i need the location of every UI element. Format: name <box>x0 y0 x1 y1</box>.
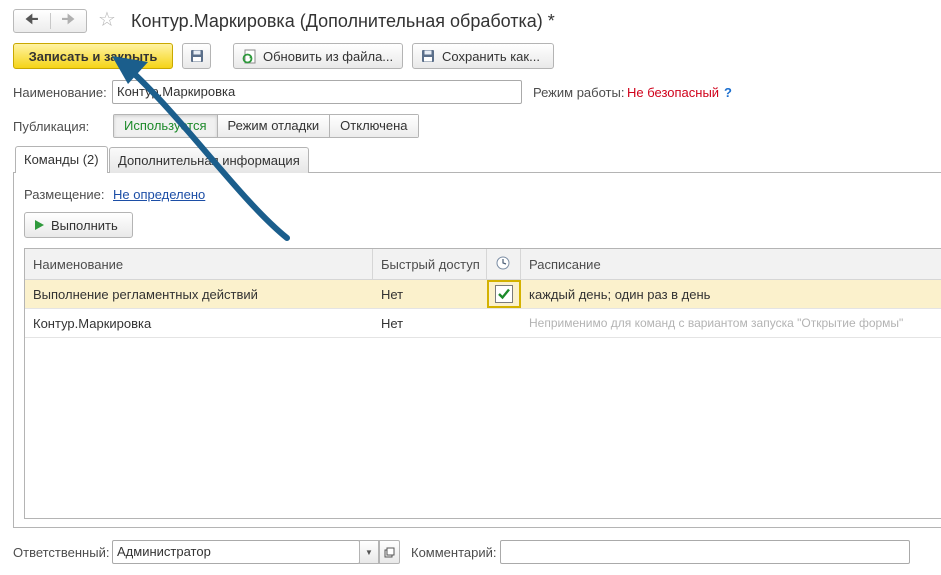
cell-quick-access: Нет <box>381 287 404 302</box>
save-as-button[interactable]: Сохранить как... <box>412 43 554 69</box>
publication-option-debug[interactable]: Режим отладки <box>217 115 331 137</box>
open-window-icon <box>384 547 395 557</box>
cell-command-name: Контур.Маркировка <box>33 316 152 331</box>
cell-schedule: Неприменимо для команд с вариантом запус… <box>529 316 904 330</box>
tab-commands[interactable]: Команды (2) <box>15 146 108 173</box>
star-icon[interactable]: ☆ <box>98 9 116 31</box>
column-header-quick-access[interactable]: Быстрый доступ <box>373 249 487 280</box>
comment-label: Комментарий: <box>411 545 497 560</box>
placement-label: Размещение: <box>24 187 105 202</box>
back-button[interactable]: 🠈 <box>14 10 50 32</box>
arrow-right-icon: 🠊 <box>61 10 76 28</box>
table-header: Наименование Быстрый доступ Расписание <box>25 249 941 280</box>
help-icon[interactable]: ? <box>724 85 732 100</box>
dropdown-arrow-icon: ▼ <box>365 547 373 557</box>
responsible-label: Ответственный: <box>13 545 110 560</box>
play-icon <box>35 220 44 230</box>
refresh-file-icon <box>242 49 256 63</box>
cell-quick-access: Нет <box>381 316 404 331</box>
name-field[interactable]: Контур.Маркировка <box>112 80 522 104</box>
update-from-file-label: Обновить из файла... <box>263 48 394 64</box>
publication-option-disabled[interactable]: Отключена <box>330 115 418 137</box>
publication-selector: Используется Режим отладки Отключена <box>113 114 419 138</box>
comment-field[interactable] <box>500 540 910 564</box>
schedule-checkbox-cell[interactable] <box>487 280 521 308</box>
placement-link[interactable]: Не определено <box>113 187 205 202</box>
cell-schedule[interactable]: каждый день; один раз в день <box>521 280 941 308</box>
mode-value: Не безопасный <box>627 85 720 100</box>
navigation-buttons: 🠈 🠊 <box>13 9 87 33</box>
checkmark-icon <box>498 288 510 300</box>
update-from-file-button[interactable]: Обновить из файла... <box>233 43 403 69</box>
commands-table: Наименование Быстрый доступ Расписание В… <box>24 248 941 519</box>
save-button[interactable] <box>182 43 211 69</box>
table-row[interactable]: Контур.Маркировка Нет Неприменимо для ко… <box>25 309 941 338</box>
publication-label: Публикация: <box>13 119 90 134</box>
save-as-label: Сохранить как... <box>442 48 540 64</box>
cell-command-name: Выполнение регламентных действий <box>33 287 258 302</box>
mode-label: Режим работы: <box>533 85 625 100</box>
responsible-field[interactable]: Администратор <box>112 540 360 564</box>
publication-option-used[interactable]: Используется <box>114 115 218 137</box>
column-header-schedule[interactable]: Расписание <box>521 249 941 280</box>
run-button[interactable]: Выполнить <box>24 212 133 238</box>
clock-icon <box>496 256 510 270</box>
save-as-icon <box>422 49 434 62</box>
tab-additional-info[interactable]: Дополнительная информация <box>109 147 309 173</box>
forward-button[interactable]: 🠊 <box>51 10 87 32</box>
column-header-name[interactable]: Наименование <box>25 249 373 280</box>
name-label: Наименование: <box>13 85 107 100</box>
schedule-checkbox[interactable] <box>495 285 513 303</box>
responsible-open-button[interactable] <box>379 540 400 564</box>
column-header-schedule-flag[interactable] <box>487 249 521 280</box>
responsible-dropdown-button[interactable]: ▼ <box>359 540 379 564</box>
window-title: Контур.Маркировка (Дополнительная обрабо… <box>131 11 555 31</box>
arrow-left-icon: 🠈 <box>24 10 39 28</box>
table-row[interactable]: Выполнение регламентных действий Нет каж… <box>25 280 941 309</box>
save-and-close-button[interactable]: Записать и закрыть <box>13 43 173 69</box>
run-button-label: Выполнить <box>51 217 118 233</box>
floppy-disk-icon <box>190 50 203 62</box>
